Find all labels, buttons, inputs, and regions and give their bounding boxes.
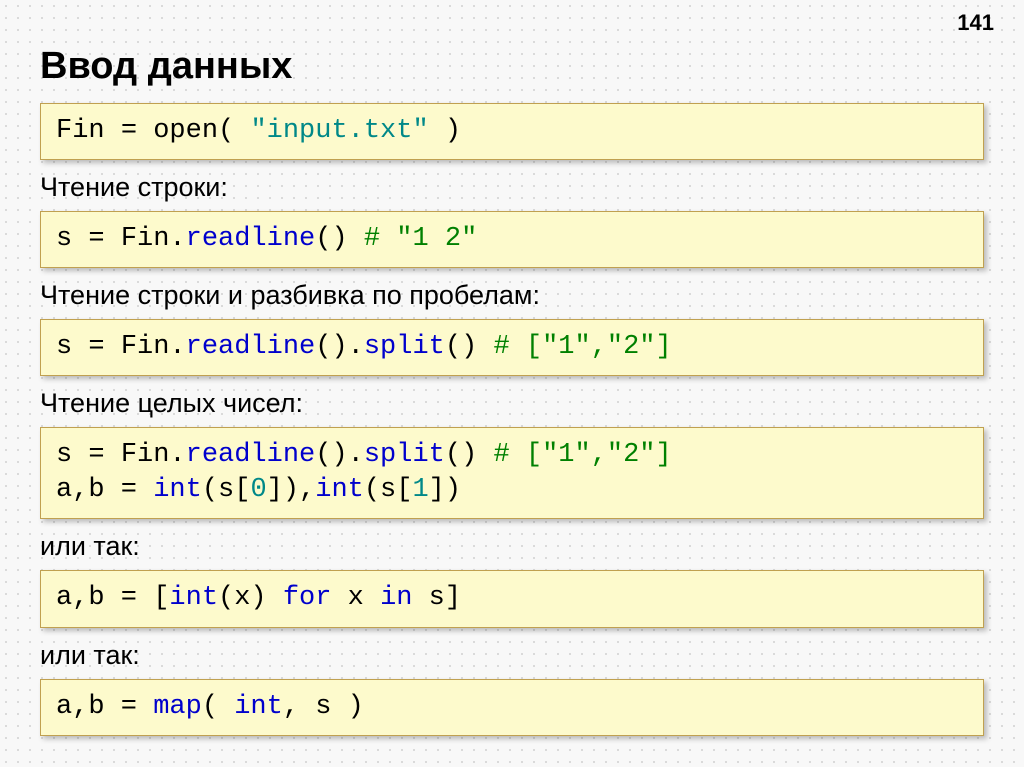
code-token: readline — [186, 224, 316, 254]
code-token: (). — [315, 332, 364, 362]
code-token: . — [169, 224, 185, 254]
code-token: s] — [412, 583, 461, 613]
code-token: Fin — [121, 224, 170, 254]
code-token: s — [56, 440, 72, 470]
code-token: int — [153, 475, 202, 505]
code-token: ]) — [429, 475, 461, 505]
label-or-1: или так: — [40, 531, 984, 562]
code-token: for — [283, 583, 332, 613]
code-token: , s ) — [283, 692, 364, 722]
code-token: . — [169, 332, 185, 362]
label-read-split: Чтение строки и разбивка по пробелам: — [40, 280, 984, 311]
code-token: ( — [202, 692, 234, 722]
code-token: 1 — [412, 475, 428, 505]
page-number: 141 — [957, 10, 994, 36]
code-token: x — [331, 583, 380, 613]
code-token: split — [364, 332, 445, 362]
code-token: "input.txt" — [250, 116, 428, 146]
code-block-readline: s = Fin.readline() # "1 2" — [40, 211, 984, 268]
label-read-line: Чтение строки: — [40, 172, 984, 203]
code-token: 0 — [250, 475, 266, 505]
code-token: readline — [186, 440, 316, 470]
code-token: Fin — [56, 116, 121, 146]
code-token: (s[ — [202, 475, 251, 505]
code-token: () — [445, 440, 494, 470]
code-token: (s[ — [364, 475, 413, 505]
code-token: int — [315, 475, 364, 505]
code-block-open: Fin = open( "input.txt" ) — [40, 103, 984, 160]
code-block-listcomp: a,b = [int(x) for x in s] — [40, 570, 984, 627]
code-token: a,b = [ — [56, 583, 169, 613]
code-token: ]), — [267, 475, 316, 505]
code-token: map — [153, 692, 202, 722]
code-token: readline — [186, 332, 316, 362]
code-token: () — [315, 224, 364, 254]
code-token: s — [56, 224, 72, 254]
code-token: ) — [429, 116, 461, 146]
label-or-2: или так: — [40, 640, 984, 671]
code-token: open — [137, 116, 218, 146]
code-token: () — [445, 332, 494, 362]
code-token: int — [234, 692, 283, 722]
code-token: (x) — [218, 583, 283, 613]
code-token: = — [105, 475, 154, 505]
code-line: s = Fin.readline().split() # ["1","2"] — [56, 438, 968, 473]
code-block-split: s = Fin.readline().split() # ["1","2"] — [40, 319, 984, 376]
code-token: = — [72, 332, 121, 362]
code-token: ( — [218, 116, 250, 146]
code-token: (). — [315, 440, 364, 470]
slide-title: Ввод данных — [40, 45, 984, 88]
code-token: Fin — [121, 440, 170, 470]
code-comment: # ["1","2"] — [493, 332, 671, 362]
code-token: = — [72, 224, 121, 254]
code-comment: # "1 2" — [364, 224, 477, 254]
code-token: int — [169, 583, 218, 613]
code-token: = — [121, 116, 137, 146]
code-comment: # ["1","2"] — [493, 440, 671, 470]
code-token: Fin — [121, 332, 170, 362]
code-token: = — [72, 440, 121, 470]
code-token: in — [380, 583, 412, 613]
code-token: split — [364, 440, 445, 470]
code-token: s — [56, 332, 72, 362]
code-block-ints: s = Fin.readline().split() # ["1","2"] a… — [40, 427, 984, 519]
code-token: . — [169, 440, 185, 470]
code-line: a,b = int(s[0]),int(s[1]) — [56, 473, 968, 508]
code-token: a,b = — [56, 692, 153, 722]
code-block-map: a,b = map( int, s ) — [40, 679, 984, 736]
label-read-ints: Чтение целых чисел: — [40, 388, 984, 419]
code-token: a,b — [56, 475, 105, 505]
